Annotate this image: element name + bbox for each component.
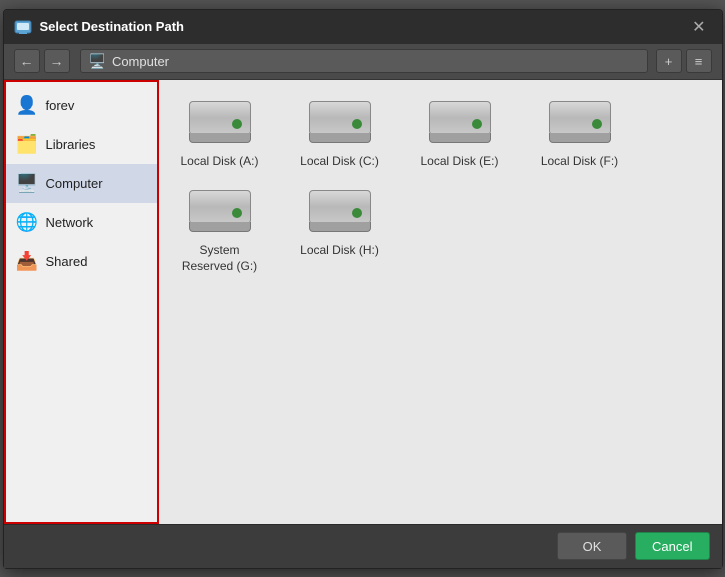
disk-icon-a — [189, 101, 251, 143]
file-icon-wrap-h — [305, 185, 375, 237]
sidebar-item-network[interactable]: 🌐 Network — [6, 203, 157, 242]
shared-icon: 📥 — [16, 251, 38, 272]
dialog: Select Destination Path ✕ ← → 🖥️ Compute… — [3, 9, 723, 569]
toolbar: ← → 🖥️ Computer + ≡ — [4, 44, 722, 80]
forev-icon: 👤 — [16, 95, 38, 116]
disk-icon-f — [549, 101, 611, 143]
file-label-h: Local Disk (H:) — [300, 243, 379, 259]
main-content: 👤 forev 🗂️ Libraries 🖥️ Computer 🌐 Network 📥 Shar… — [4, 80, 722, 524]
new-folder-button[interactable]: + — [656, 49, 682, 73]
file-item-f[interactable]: Local Disk (F:) — [535, 96, 625, 170]
sidebar-item-label-computer: Computer — [46, 176, 103, 191]
sidebar-item-label-shared: Shared — [46, 254, 88, 269]
file-item-e[interactable]: Local Disk (E:) — [415, 96, 505, 170]
file-label-e: Local Disk (E:) — [420, 154, 498, 170]
file-item-a[interactable]: Local Disk (A:) — [175, 96, 265, 170]
file-item-h[interactable]: Local Disk (H:) — [295, 185, 385, 274]
network-icon: 🌐 — [16, 212, 38, 233]
file-icon-wrap-c — [305, 96, 375, 148]
sidebar-item-shared[interactable]: 📥 Shared — [6, 242, 157, 281]
file-area: Local Disk (A:) Local Disk (C:) Local Disk… — [159, 80, 722, 524]
sidebar-item-libraries[interactable]: 🗂️ Libraries — [6, 125, 157, 164]
disk-icon-g — [189, 190, 251, 232]
disk-icon-e — [429, 101, 491, 143]
file-icon-wrap-g — [185, 185, 255, 237]
file-label-c: Local Disk (C:) — [300, 154, 379, 170]
app-icon — [14, 18, 32, 36]
sidebar-item-computer[interactable]: 🖥️ Computer — [6, 164, 157, 203]
sidebar-item-forev[interactable]: 👤 forev — [6, 86, 157, 125]
file-item-c[interactable]: Local Disk (C:) — [295, 96, 385, 170]
computer-icon: 🖥️ — [16, 173, 38, 194]
footer: OK Cancel — [4, 524, 722, 568]
close-button[interactable]: ✕ — [686, 15, 711, 39]
file-icon-wrap-f — [545, 96, 615, 148]
forward-button[interactable]: → — [44, 49, 70, 73]
file-label-f: Local Disk (F:) — [541, 154, 618, 170]
sidebar-item-label-forev: forev — [46, 98, 75, 113]
file-icon-wrap-a — [185, 96, 255, 148]
libraries-icon: 🗂️ — [16, 134, 38, 155]
disk-icon-h — [309, 190, 371, 232]
sidebar: 👤 forev 🗂️ Libraries 🖥️ Computer 🌐 Network 📥 Shar… — [4, 80, 159, 524]
cancel-button[interactable]: Cancel — [635, 532, 709, 560]
title-bar: Select Destination Path ✕ — [4, 10, 722, 44]
list-view-button[interactable]: ≡ — [686, 49, 712, 73]
dialog-title: Select Destination Path — [40, 19, 687, 34]
sidebar-item-label-libraries: Libraries — [46, 137, 96, 152]
file-icon-wrap-e — [425, 96, 495, 148]
computer-breadcrumb-icon: 🖥️ — [89, 53, 106, 70]
toolbar-actions: + ≡ — [656, 49, 712, 73]
file-row-1: System Reserved (G:) Local Disk (H:) — [175, 185, 706, 274]
file-label-g: System Reserved (G:) — [175, 243, 265, 274]
back-button[interactable]: ← — [14, 49, 40, 73]
sidebar-item-label-network: Network — [46, 215, 94, 230]
breadcrumb: 🖥️ Computer — [80, 49, 648, 73]
file-item-g[interactable]: System Reserved (G:) — [175, 185, 265, 274]
ok-button[interactable]: OK — [557, 532, 627, 560]
breadcrumb-text: Computer — [112, 54, 169, 69]
file-label-a: Local Disk (A:) — [180, 154, 258, 170]
disk-icon-c — [309, 101, 371, 143]
file-row-0: Local Disk (A:) Local Disk (C:) Local Disk… — [175, 96, 706, 170]
